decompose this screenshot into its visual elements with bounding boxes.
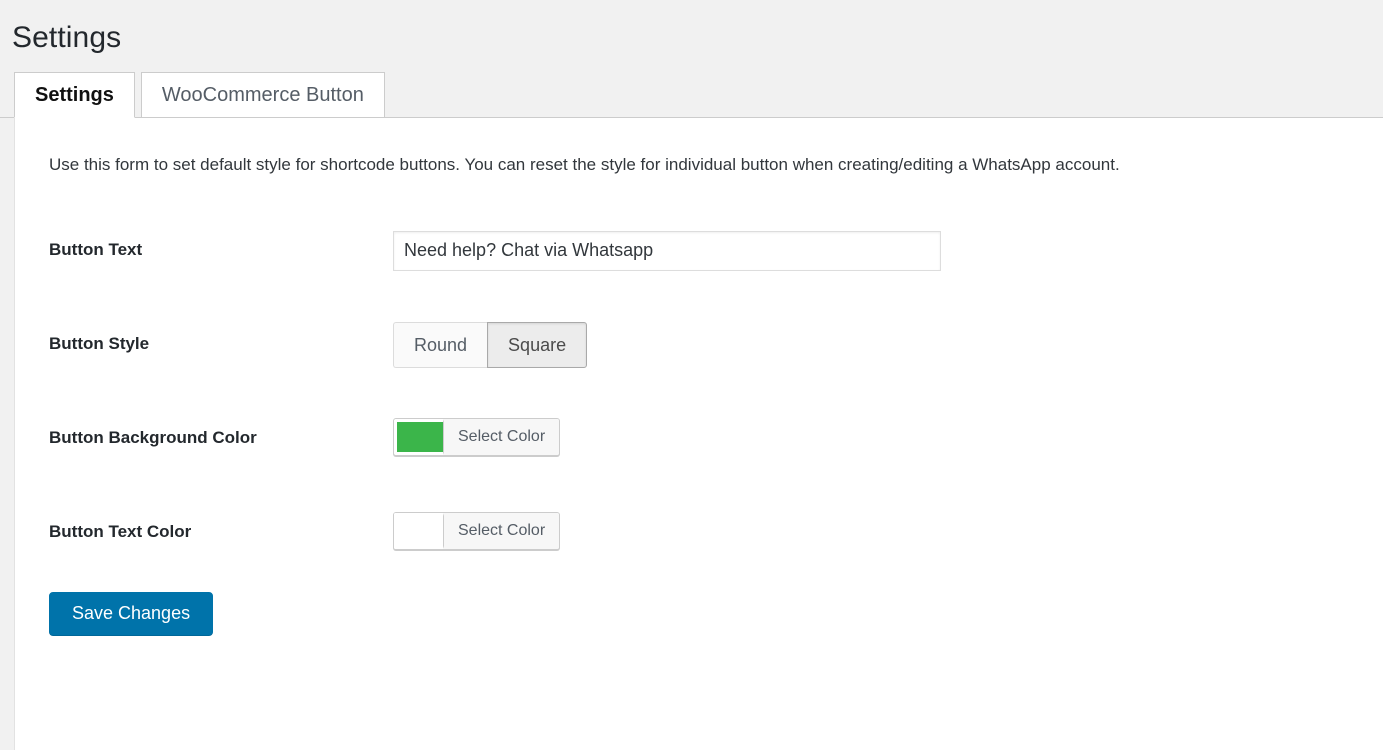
tab-woocommerce-button[interactable]: WooCommerce Button bbox=[140, 72, 385, 118]
button-background-color-picker[interactable]: Select Color bbox=[393, 417, 561, 456]
button-style-option-round[interactable]: Round bbox=[393, 321, 488, 368]
button-text-cell bbox=[393, 204, 1229, 298]
button-style-option-square[interactable]: Square bbox=[487, 321, 588, 368]
button-style-label: Button Style bbox=[49, 334, 150, 354]
button-style-cell: Round Square bbox=[393, 298, 1229, 392]
settings-form-table: Button Text Button Style Round Square bbox=[49, 204, 1229, 580]
select-color-label: Select Color bbox=[444, 512, 560, 549]
table-row: Button Text bbox=[49, 204, 1229, 298]
settings-panel: Use this form to set default style for s… bbox=[14, 118, 1383, 750]
color-swatch-white[interactable] bbox=[394, 512, 444, 549]
button-background-color-cell: Select Color bbox=[393, 392, 1229, 486]
page-title: Settings bbox=[12, 21, 122, 54]
color-swatch-green[interactable] bbox=[394, 418, 444, 455]
button-text-color-picker[interactable]: Select Color bbox=[393, 511, 561, 550]
tab-bar: Settings WooCommerce Button bbox=[0, 69, 1383, 118]
tab-settings[interactable]: Settings bbox=[14, 72, 135, 118]
button-text-input[interactable] bbox=[393, 230, 941, 271]
submit-area: Save Changes bbox=[49, 580, 1383, 636]
button-text-color-cell: Select Color bbox=[393, 486, 1229, 580]
button-background-color-label: Button Background Color bbox=[49, 428, 257, 448]
button-style-group: Round Square bbox=[393, 321, 588, 368]
table-row: Button Style Round Square bbox=[49, 298, 1229, 392]
table-row: Button Text Color Select Color bbox=[49, 486, 1229, 580]
save-changes-button[interactable]: Save Changes bbox=[49, 591, 214, 636]
form-description: Use this form to set default style for s… bbox=[49, 155, 1120, 174]
button-text-label: Button Text bbox=[49, 240, 143, 260]
button-text-color-label: Button Text Color bbox=[49, 522, 192, 542]
select-color-label: Select Color bbox=[444, 418, 560, 455]
table-row: Button Background Color Select Color bbox=[49, 392, 1229, 486]
